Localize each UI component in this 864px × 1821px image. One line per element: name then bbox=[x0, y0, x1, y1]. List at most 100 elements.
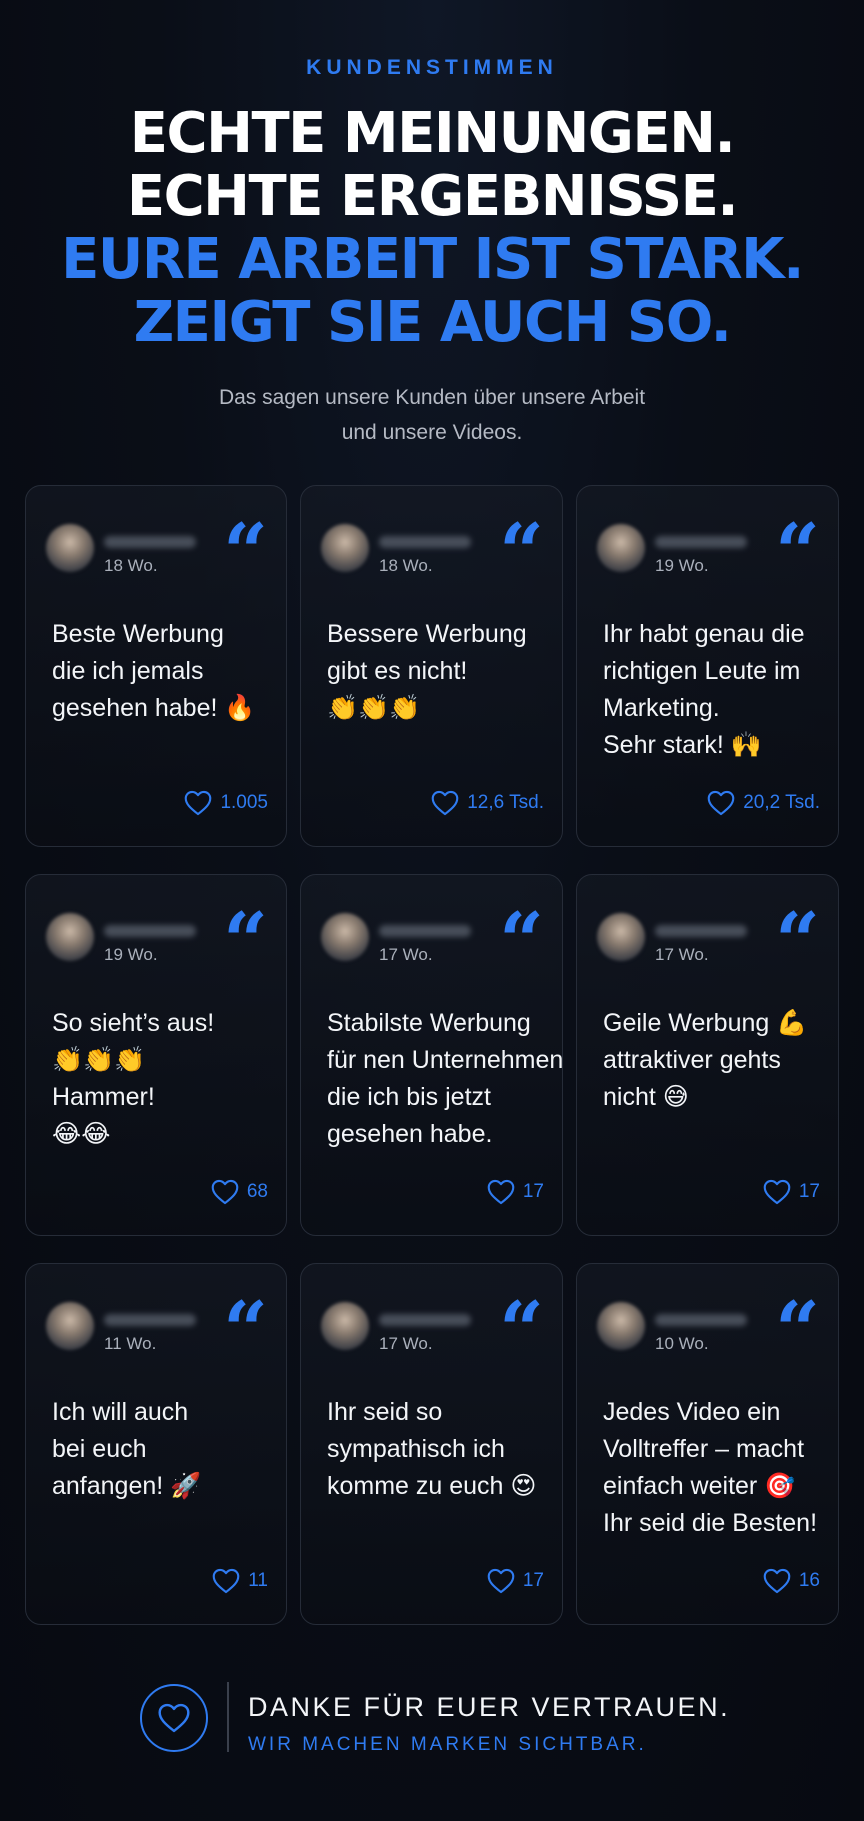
post-age: 17 Wo. bbox=[379, 945, 433, 964]
blurred-username bbox=[655, 925, 747, 937]
quote-icon: “ bbox=[775, 896, 820, 987]
testimonial-card: 17 Wo. “ Ihr seid so sympathisch ich komme z… bbox=[300, 1263, 563, 1625]
headline-line-2: ECHTE ERGEBNISSE. bbox=[126, 164, 739, 229]
testimonial-text-line: Beste Werbung bbox=[52, 620, 224, 648]
headline-line-3: EURE ARBEIT IST STARK. bbox=[61, 227, 804, 292]
blurred-username bbox=[379, 925, 471, 937]
avatar bbox=[321, 913, 369, 961]
testimonial-card: 19 Wo. “ Ihr habt genau die richtigen Leute… bbox=[576, 485, 839, 847]
testimonial-text: So sieht’s aus! 👏👏👏 Hammer! 😂😂 bbox=[52, 1005, 272, 1153]
like-count[interactable]: 11 bbox=[212, 1568, 268, 1594]
testimonial-card: 19 Wo. “ So sieht’s aus! 👏👏👏 Hammer! 😂😂 68 bbox=[25, 874, 287, 1236]
testimonial-card: 11 Wo. “ Ich will auch bei euch anfangen! 🚀 1… bbox=[25, 1263, 287, 1625]
like-count-value: 17 bbox=[798, 1181, 820, 1202]
testimonial-text-line: 👏👏👏 bbox=[52, 1046, 146, 1074]
footer: DANKE FÜR EUER VERTRAUEN. WIR MACHEN MAR… bbox=[0, 1672, 864, 1782]
like-count-value: 68 bbox=[246, 1181, 268, 1202]
post-age: 18 Wo. bbox=[104, 556, 158, 575]
section-eyebrow: KUNDENSTIMMEN bbox=[306, 56, 558, 79]
blurred-username bbox=[655, 1314, 747, 1326]
heart-icon bbox=[763, 1179, 791, 1205]
like-count[interactable]: 17 bbox=[763, 1179, 820, 1205]
testimonial-text-line: bei euch bbox=[52, 1435, 147, 1463]
footer-subtitle: WIR MACHEN MARKEN SICHTBAR. bbox=[248, 1734, 647, 1755]
headline-line-1: ECHTE MEINUNGEN. bbox=[129, 101, 736, 166]
testimonial-text-line: die ich jemals bbox=[52, 657, 204, 685]
testimonial-card: 17 Wo. “ Stabilste Werbung für nen Unterneh… bbox=[300, 874, 563, 1236]
testimonial-text: Geile Werbung 💪 attraktiver gehts nicht 😅 bbox=[603, 1005, 824, 1116]
testimonial-card: 18 Wo. “ Bessere Werbung gibt es nicht! 👏👏👏 1… bbox=[300, 485, 563, 847]
like-count-value: 16 bbox=[798, 1570, 820, 1591]
quote-icon: “ bbox=[775, 1285, 820, 1376]
footer-badge bbox=[140, 1684, 208, 1752]
avatar bbox=[321, 524, 369, 572]
heart-icon bbox=[487, 1179, 515, 1205]
testimonial-text-line: Jedes Video ein bbox=[603, 1398, 781, 1426]
headline-line-4: ZEIGT SIE AUCH SO. bbox=[133, 290, 732, 355]
heart-icon bbox=[185, 790, 212, 816]
heart-icon bbox=[763, 1568, 791, 1594]
testimonial-text-line: attraktiver gehts bbox=[603, 1046, 781, 1074]
testimonial-text-line: für nen Unternehmen bbox=[327, 1046, 564, 1074]
testimonial-text-line: 👏👏👏 bbox=[327, 694, 421, 722]
like-count-value: 17 bbox=[522, 1181, 544, 1202]
avatar bbox=[597, 524, 645, 572]
testimonial-text: Bessere Werbung gibt es nicht! 👏👏👏 bbox=[327, 616, 548, 727]
blurred-username bbox=[104, 1314, 196, 1326]
testimonial-text-line: gibt es nicht! bbox=[327, 657, 468, 685]
testimonial-text-line: die ich bis jetzt bbox=[327, 1083, 491, 1111]
blurred-username bbox=[655, 536, 747, 548]
testimonial-text-line: 😂😂 bbox=[52, 1120, 111, 1148]
blurred-username bbox=[104, 536, 196, 548]
post-age: 19 Wo. bbox=[655, 556, 709, 575]
subtitle-line-1: Das sagen unsere Kunden über unsere Arbe… bbox=[218, 386, 646, 409]
testimonial-text-line: Marketing. bbox=[603, 694, 720, 722]
blurred-username bbox=[379, 536, 471, 548]
like-count-value: 11 bbox=[248, 1570, 268, 1591]
avatar bbox=[46, 913, 94, 961]
avatar bbox=[597, 1302, 645, 1350]
like-count-value: 1.005 bbox=[220, 792, 268, 813]
testimonial-text-line: Ihr seid die Besten! bbox=[603, 1509, 818, 1537]
post-age: 11 Wo. bbox=[104, 1334, 157, 1353]
subtitle-line-2: und unsere Videos. bbox=[341, 421, 523, 444]
post-age: 18 Wo. bbox=[379, 556, 433, 575]
like-count[interactable]: 12,6 Tsd. bbox=[431, 790, 544, 816]
heart-icon bbox=[431, 790, 459, 816]
testimonial-card: 17 Wo. “ Geile Werbung 💪 attraktiver gehts n… bbox=[576, 874, 839, 1236]
testimonial-card: 10 Wo. “ Jedes Video ein Volltreffer – mach… bbox=[576, 1263, 839, 1625]
testimonial-text-line: Bessere Werbung bbox=[327, 620, 527, 648]
like-count[interactable]: 17 bbox=[487, 1568, 544, 1594]
post-age: 17 Wo. bbox=[655, 945, 709, 964]
footer-title: DANKE FÜR EUER VERTRAUEN. bbox=[248, 1692, 731, 1722]
like-count-value: 20,2 Tsd. bbox=[743, 792, 820, 813]
testimonial-text-line: gesehen habe. bbox=[327, 1120, 493, 1148]
heart-icon bbox=[158, 1703, 190, 1733]
testimonial-text: Ihr habt genau die richtigen Leute im Mark… bbox=[603, 616, 824, 764]
avatar bbox=[46, 1302, 94, 1350]
testimonial-text-line: sympathisch ich bbox=[327, 1435, 505, 1463]
heart-icon bbox=[707, 790, 735, 816]
quote-icon: “ bbox=[223, 896, 268, 987]
testimonial-text-line: Volltreffer – macht bbox=[603, 1435, 805, 1463]
like-count[interactable]: 1.005 bbox=[184, 790, 268, 816]
post-age: 17 Wo. bbox=[379, 1334, 433, 1353]
like-count[interactable]: 20,2 Tsd. bbox=[707, 790, 820, 816]
testimonial-text-line: richtigen Leute im bbox=[603, 657, 801, 685]
testimonial-text-line: einfach weiter 🎯 bbox=[603, 1472, 796, 1500]
avatar bbox=[597, 913, 645, 961]
testimonial-text-line: nicht 😅 bbox=[603, 1083, 689, 1111]
footer-divider bbox=[227, 1682, 229, 1752]
testimonial-text-line: Ihr seid so bbox=[327, 1398, 443, 1426]
like-count-value: 17 bbox=[522, 1570, 544, 1591]
like-count[interactable]: 16 bbox=[763, 1568, 820, 1594]
quote-icon: “ bbox=[499, 507, 544, 598]
post-age: 10 Wo. bbox=[655, 1334, 709, 1353]
like-count[interactable]: 17 bbox=[487, 1179, 544, 1205]
like-count[interactable]: 68 bbox=[211, 1179, 268, 1205]
heart-icon bbox=[212, 1568, 240, 1594]
testimonial-card: 18 Wo. “ Beste Werbung die ich jemals gesehe… bbox=[25, 485, 287, 847]
post-age: 19 Wo. bbox=[104, 945, 158, 964]
blurred-username bbox=[379, 1314, 471, 1326]
testimonial-text-line: gesehen habe! 🔥 bbox=[52, 694, 256, 722]
